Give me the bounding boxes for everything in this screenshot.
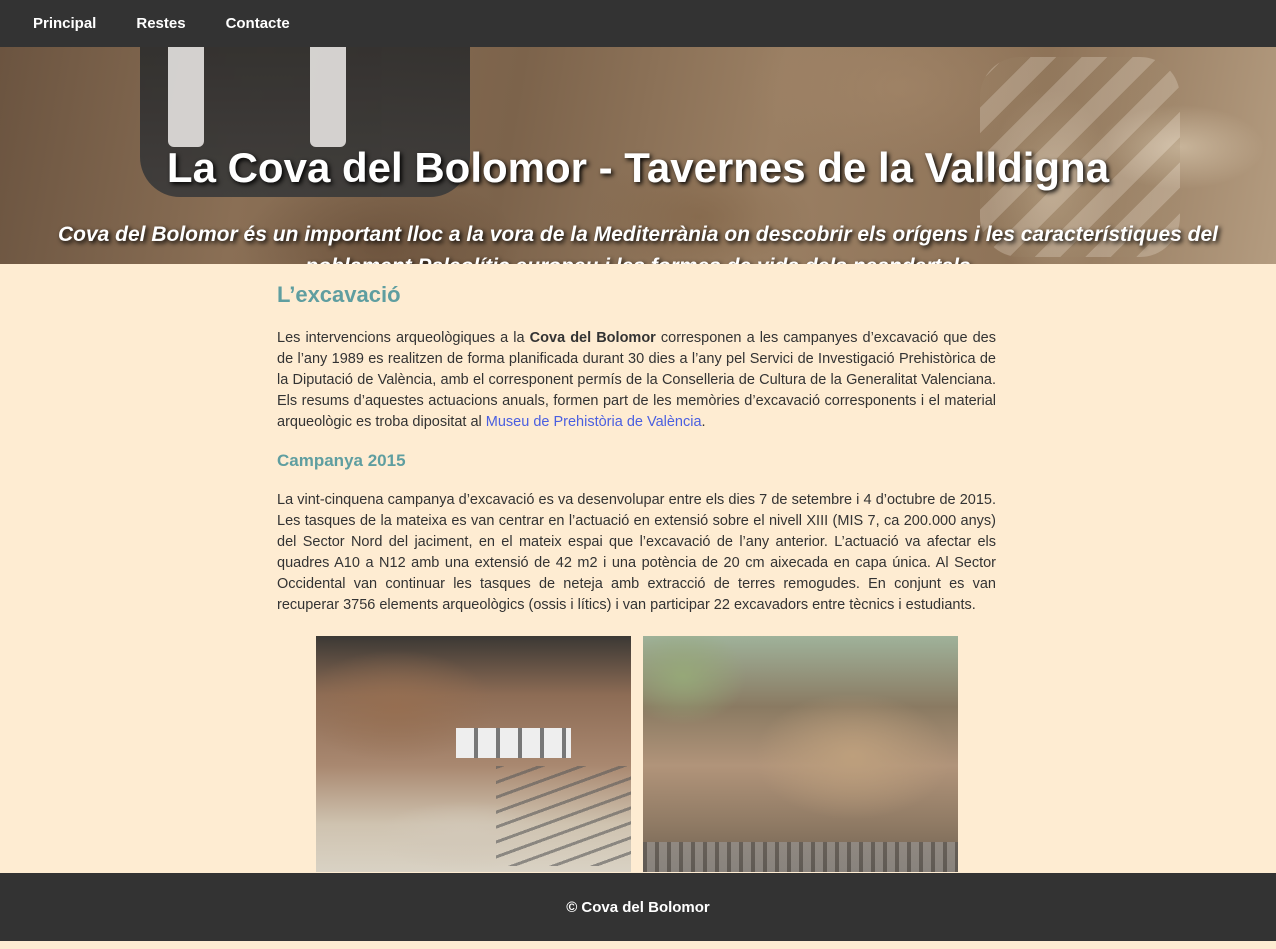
intro-paragraph: Les intervencions arqueològiques a la Co…: [277, 328, 996, 433]
page-title: La Cova del Bolomor - Tavernes de la Val…: [166, 144, 1110, 191]
hero-banner: La Cova del Bolomor - Tavernes de la Val…: [0, 47, 1276, 264]
footer-copyright: © Cova del Bolomor: [566, 898, 710, 916]
nav-item-principal[interactable]: Principal: [13, 0, 116, 47]
page-subtitle: Cova del Bolomor és un important lloc a …: [57, 223, 1219, 264]
main-content: L’excavació Les intervencions arqueològi…: [277, 264, 996, 872]
intro-strong: Cova del Bolomor: [529, 330, 656, 346]
nav-item-contacte[interactable]: Contacte: [206, 0, 310, 47]
photo-gallery: [316, 636, 996, 872]
top-navigation: Principal Restes Contacte: [0, 0, 1276, 47]
campaign-heading: Campanya 2015: [277, 451, 406, 470]
excavation-photo-2: [643, 636, 958, 872]
footer: © Cova del Bolomor: [0, 873, 1276, 941]
section-heading: L’excavació: [277, 282, 401, 307]
museum-link[interactable]: Museu de Prehistòria de València: [486, 414, 702, 430]
nav-item-restes[interactable]: Restes: [116, 0, 205, 47]
campaign-paragraph: La vint-cinquena campanya d’excavació es…: [277, 492, 996, 613]
intro-text-after: .: [701, 414, 706, 430]
intro-text-before: Les intervencions arqueològiques a la: [277, 330, 530, 346]
excavation-photo-1: [316, 636, 631, 872]
